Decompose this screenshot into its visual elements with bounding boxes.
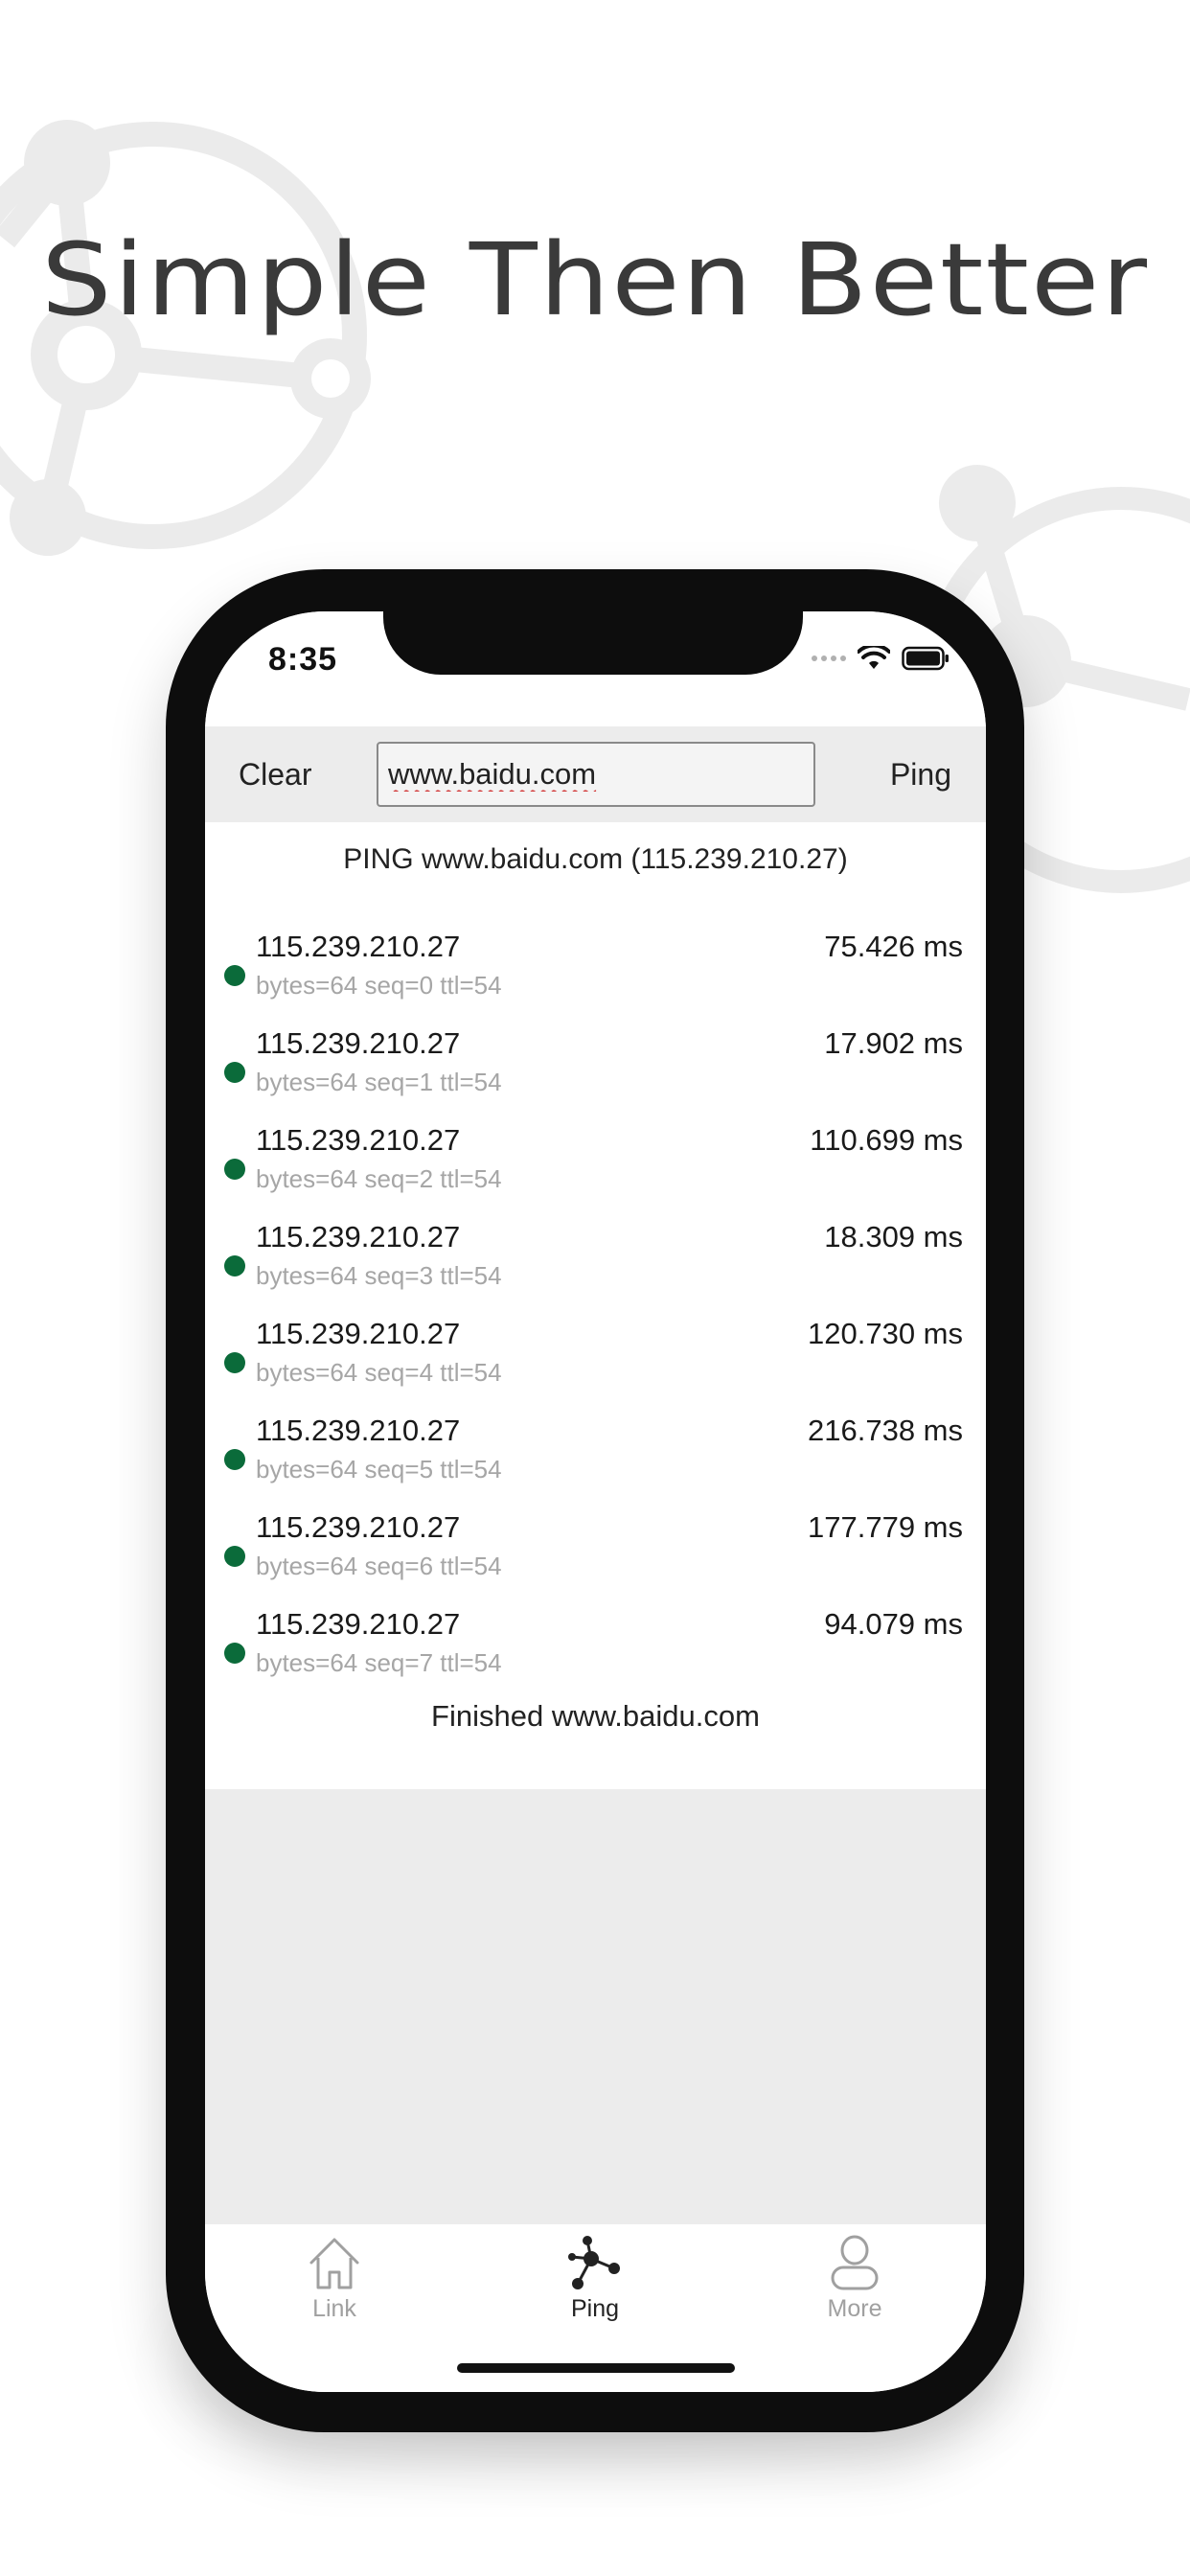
headline: Simple Then Better: [40, 221, 1150, 339]
finished-message: Finished www.baidu.com: [431, 1699, 760, 1733]
network-background-icon: [0, 120, 371, 556]
result-meta: bytes=64 seq=6 ttl=54: [256, 1552, 502, 1580]
result-time: 110.699 ms: [810, 1123, 963, 1157]
clear-button[interactable]: Clear: [239, 726, 311, 822]
status-dot-icon: [224, 1352, 245, 1373]
result-time: 94.079 ms: [824, 1607, 963, 1641]
result-row: 115.239.210.27 bytes=64 seq=2 ttl=54 110…: [205, 1112, 986, 1208]
tab-more[interactable]: More: [788, 2234, 922, 2323]
result-time: 216.738 ms: [808, 1414, 963, 1447]
status-dot-icon: [224, 1062, 245, 1083]
result-time: 18.309 ms: [824, 1220, 963, 1254]
signal-icon: [812, 656, 846, 661]
result-row: 115.239.210.27 bytes=64 seq=3 ttl=54 18.…: [205, 1208, 986, 1305]
result-ip: 115.239.210.27: [256, 1607, 461, 1641]
result-meta: bytes=64 seq=2 ttl=54: [256, 1164, 502, 1193]
ping-results-panel: PING www.baidu.com (115.239.210.27) 115.…: [205, 822, 986, 1789]
status-dot-icon: [224, 1643, 245, 1664]
tab-label: Link: [312, 2295, 356, 2322]
result-time: 75.426 ms: [824, 930, 963, 963]
result-meta: bytes=64 seq=1 ttl=54: [256, 1068, 502, 1096]
phone-screen: 8:35 Clear www.baidu.com Ping PING www.b…: [205, 611, 986, 2392]
ping-toolbar: Clear Ping: [205, 726, 986, 822]
tab-label: Ping: [570, 2295, 620, 2322]
tab-ping[interactable]: Ping: [528, 2234, 662, 2323]
result-time: 17.902 ms: [824, 1026, 963, 1060]
results-list: 115.239.210.27 bytes=64 seq=0 ttl=54 75.…: [205, 918, 986, 1692]
user-icon: [831, 2235, 879, 2290]
result-row: 115.239.210.27 bytes=64 seq=5 ttl=54 216…: [205, 1402, 986, 1499]
result-ip: 115.239.210.27: [256, 930, 461, 963]
notch: [383, 611, 803, 675]
home-indicator: [457, 2363, 735, 2373]
result-meta: bytes=64 seq=5 ttl=54: [256, 1455, 502, 1484]
result-ip: 115.239.210.27: [256, 1220, 461, 1254]
result-ip: 115.239.210.27: [256, 1317, 461, 1350]
tab-link[interactable]: Link: [267, 2234, 401, 2323]
network-icon: [568, 2236, 620, 2289]
result-ip: 115.239.210.27: [256, 1123, 461, 1157]
result-meta: bytes=64 seq=7 ttl=54: [256, 1648, 502, 1677]
status-dot-icon: [224, 1159, 245, 1180]
ping-header: PING www.baidu.com (115.239.210.27): [343, 843, 848, 875]
status-dot-icon: [224, 1255, 245, 1276]
result-ip: 115.239.210.27: [256, 1510, 461, 1544]
home-icon: [309, 2238, 359, 2289]
ping-button[interactable]: Ping: [890, 726, 951, 822]
status-time: 8:35: [268, 641, 338, 678]
status-dot-icon: [224, 1546, 245, 1567]
result-time: 120.730 ms: [808, 1317, 963, 1350]
host-input[interactable]: [377, 742, 815, 807]
status-icons: [812, 646, 950, 671]
result-row: 115.239.210.27 bytes=64 seq=0 ttl=54 75.…: [205, 918, 986, 1015]
promo-canvas: Simple Then Better 8:35 Clear www.baidu.…: [0, 0, 1190, 2576]
result-row: 115.239.210.27 bytes=64 seq=6 ttl=54 177…: [205, 1499, 986, 1596]
result-time: 177.779 ms: [808, 1510, 963, 1544]
result-meta: bytes=64 seq=3 ttl=54: [256, 1261, 502, 1290]
result-meta: bytes=64 seq=4 ttl=54: [256, 1358, 502, 1387]
status-dot-icon: [224, 1449, 245, 1470]
phone-frame: 8:35 Clear www.baidu.com Ping PING www.b…: [166, 569, 1024, 2432]
wifi-icon: [858, 646, 890, 669]
result-meta: bytes=64 seq=0 ttl=54: [256, 971, 502, 1000]
result-row: 115.239.210.27 bytes=64 seq=1 ttl=54 17.…: [205, 1015, 986, 1112]
result-row: 115.239.210.27 bytes=64 seq=4 ttl=54 120…: [205, 1305, 986, 1402]
result-row: 115.239.210.27 bytes=64 seq=7 ttl=54 94.…: [205, 1596, 986, 1692]
battery-icon: [902, 646, 949, 671]
result-ip: 115.239.210.27: [256, 1414, 461, 1447]
result-ip: 115.239.210.27: [256, 1026, 461, 1060]
tab-label: More: [827, 2295, 882, 2322]
status-dot-icon: [224, 965, 245, 986]
